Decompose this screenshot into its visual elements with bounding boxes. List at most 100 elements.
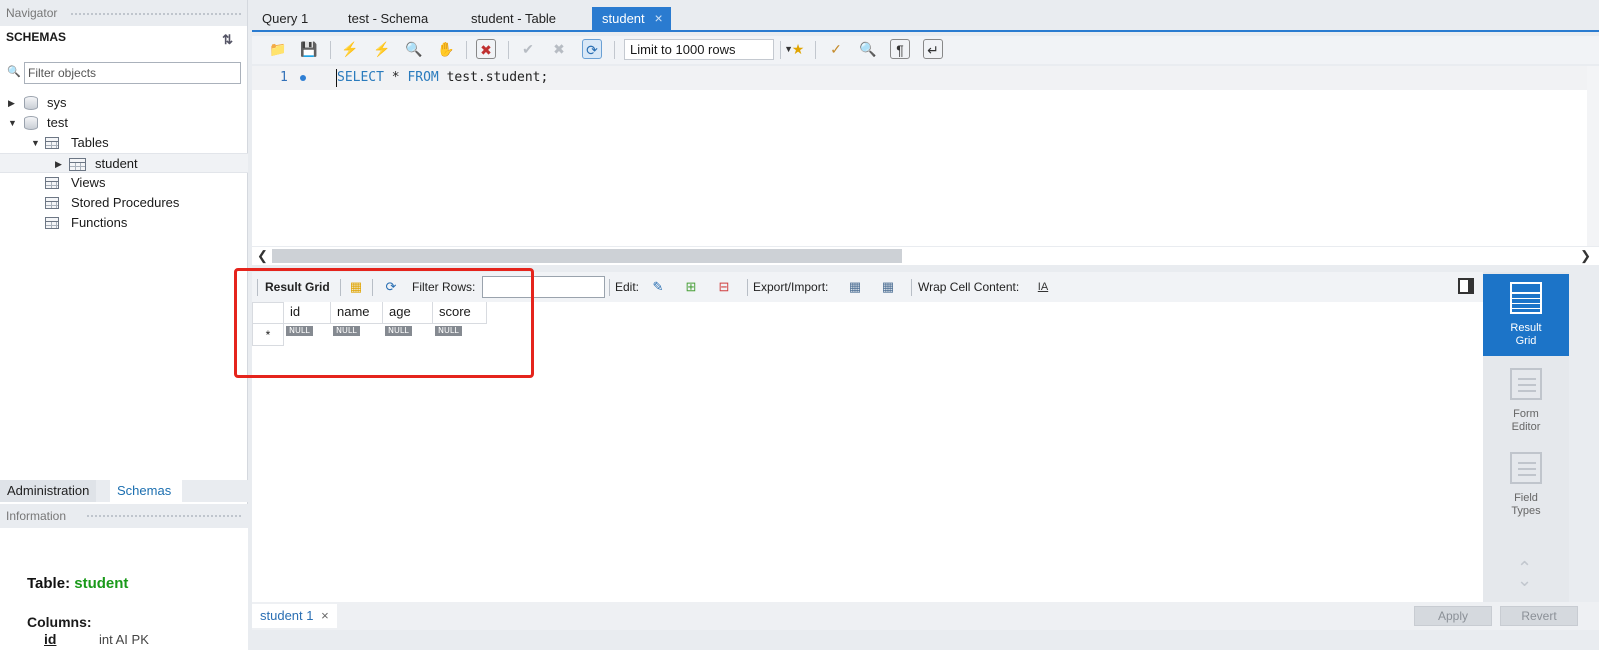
schema-tree: ▶ sys ▼ test ▼ Tables ▶ student Views St… — [0, 93, 248, 233]
null-badge[interactable]: NULL — [333, 326, 360, 336]
delete-row-icon[interactable]: ⊟ — [715, 278, 733, 296]
toolbar-separator — [466, 41, 467, 59]
sql-keyword-select: SELECT — [337, 70, 384, 85]
toggle-side-panel-icon[interactable] — [1458, 278, 1474, 294]
tree-item-functions[interactable]: Functions — [0, 213, 248, 233]
revert-button[interactable]: Revert — [1500, 606, 1578, 626]
column-header-score[interactable]: score — [433, 302, 487, 324]
tree-item-student[interactable]: ▶ student — [0, 153, 248, 173]
autocommit-icon[interactable]: ⟳ — [582, 39, 602, 59]
tree-label-functions: Functions — [71, 215, 128, 230]
rollback-icon[interactable]: ✖ — [549, 39, 569, 59]
tree-item-views[interactable]: Views — [0, 173, 248, 193]
open-file-icon[interactable]: 📁 — [268, 39, 288, 59]
expand-arrow-icon[interactable]: ▶ — [55, 154, 62, 174]
sql-editor[interactable]: 1 SELECT * FROM test.student; — [252, 66, 1599, 246]
tab-query-1[interactable]: Query 1 — [252, 7, 318, 30]
horizontal-scrollbar[interactable]: ❮ ❯ — [252, 247, 1599, 265]
form-editor-view-button[interactable]: Form Editor — [1483, 360, 1569, 440]
tree-item-stored-procedures[interactable]: Stored Procedures — [0, 193, 248, 213]
result-tab-student-1[interactable]: student 1 × — [252, 604, 337, 628]
tree-item-test[interactable]: ▼ test — [0, 113, 248, 133]
tree-item-tables[interactable]: ▼ Tables — [0, 133, 248, 153]
export-icon[interactable]: ▦ — [846, 278, 864, 296]
tree-label-test: test — [47, 115, 68, 130]
database-icon — [24, 96, 38, 110]
explain-icon[interactable]: 🔍 — [404, 39, 424, 59]
query-toolbar: 📁 💾 ⚡ ⚡ 🔍 ✋ ✖ ✔ ✖ ⟳ Limit to 1000 rows ▼… — [252, 36, 1599, 64]
tree-label-student: student — [95, 156, 138, 171]
title-grip — [70, 12, 241, 16]
filter-objects-input[interactable] — [24, 62, 241, 84]
apply-button[interactable]: Apply — [1414, 606, 1492, 626]
new-row-marker[interactable]: * — [252, 324, 284, 346]
vertical-scrollbar[interactable] — [1587, 66, 1599, 246]
filter-rows-label: Filter Rows: — [412, 280, 476, 294]
refresh-results-icon[interactable]: ⟳ — [382, 278, 400, 296]
field-types-view-button[interactable]: Field Types — [1483, 444, 1569, 524]
tab-administration[interactable]: Administration — [0, 480, 97, 502]
tree-label-views: Views — [71, 175, 106, 190]
scroll-left-icon[interactable]: ❮ — [257, 247, 268, 265]
add-snippet-icon[interactable]: ★ — [788, 39, 808, 59]
info-columns-label: Columns: — [27, 614, 92, 630]
scroll-panel-chevrons-icon[interactable]: ⌃ ⌄ — [1517, 559, 1532, 589]
expand-arrow-icon[interactable]: ▶ — [8, 93, 15, 113]
toolbar-separator — [609, 279, 610, 296]
grid-layout-icon[interactable]: ▦ — [347, 278, 365, 296]
column-header-name[interactable]: name — [331, 302, 383, 324]
stop-icon[interactable]: ✋ — [436, 39, 456, 59]
filter-rows-input[interactable] — [482, 276, 605, 298]
wrap-cell-icon[interactable]: IA — [1034, 278, 1052, 296]
info-table-label: Table: — [27, 575, 71, 592]
result-grid-view-button[interactable]: Result Grid — [1483, 274, 1569, 356]
info-column-id: id — [44, 631, 57, 647]
info-table-name: student — [74, 575, 129, 592]
limit-rows-select[interactable]: Limit to 1000 rows ▼ — [624, 39, 793, 60]
tab-student[interactable]: student × — [592, 7, 671, 30]
sql-statement[interactable]: SELECT * FROM test.student; — [337, 70, 548, 85]
column-header-id[interactable]: id — [284, 302, 331, 324]
tree-item-sys[interactable]: ▶ sys — [0, 93, 248, 113]
execute-icon[interactable]: ⚡ — [340, 39, 360, 59]
tab-test-schema[interactable]: test - Schema — [338, 7, 438, 30]
column-header-age[interactable]: age — [383, 302, 433, 324]
beautify-icon[interactable]: ✓ — [826, 39, 846, 59]
information-panel: Table: student Columns: id int AI PK var… — [0, 528, 248, 650]
close-tab-icon[interactable]: × — [654, 7, 662, 30]
scroll-right-icon[interactable]: ❯ — [1580, 247, 1591, 265]
schemas-header: SCHEMAS ⇅ — [0, 26, 247, 48]
form-editor-icon — [1510, 368, 1542, 400]
search-icon: 🔍 — [7, 66, 21, 78]
invisible-chars-icon[interactable]: ¶ — [890, 39, 910, 59]
edit-row-icon[interactable]: ✎ — [649, 278, 667, 296]
refresh-icon[interactable]: ⇅ — [222, 29, 233, 51]
navigator-title-text: Navigator — [6, 6, 58, 20]
result-grid-label[interactable]: Result Grid — [265, 280, 330, 294]
toolbar-separator — [815, 41, 816, 59]
word-wrap-icon[interactable]: ↵ — [923, 39, 943, 59]
field-types-icon — [1510, 452, 1542, 484]
scroll-thumb[interactable] — [272, 249, 902, 263]
add-row-icon[interactable]: ⊞ — [682, 278, 700, 296]
edit-label: Edit: — [615, 280, 640, 294]
null-badge[interactable]: NULL — [286, 326, 313, 336]
database-icon — [24, 116, 38, 130]
commit-icon[interactable]: ✔ — [518, 39, 538, 59]
collapse-arrow-icon[interactable]: ▼ — [31, 133, 40, 153]
execute-current-icon[interactable]: ⚡ — [372, 39, 392, 59]
collapse-arrow-icon[interactable]: ▼ — [8, 113, 17, 133]
close-result-tab-icon[interactable]: × — [321, 608, 329, 623]
null-badge[interactable]: NULL — [435, 326, 462, 336]
tab-schemas[interactable]: Schemas — [110, 480, 182, 502]
toggle-error-icon[interactable]: ✖ — [476, 39, 496, 59]
toolbar-separator — [372, 279, 373, 296]
find-icon[interactable]: 🔍 — [858, 39, 878, 59]
toolbar-separator — [780, 41, 781, 59]
save-icon[interactable]: 💾 — [299, 39, 319, 59]
tab-student-table[interactable]: student - Table — [461, 7, 566, 30]
toolbar-separator — [340, 279, 341, 296]
null-badge[interactable]: NULL — [385, 326, 412, 336]
import-icon[interactable]: ▦ — [879, 278, 897, 296]
navigator-title: Navigator — [0, 0, 247, 26]
